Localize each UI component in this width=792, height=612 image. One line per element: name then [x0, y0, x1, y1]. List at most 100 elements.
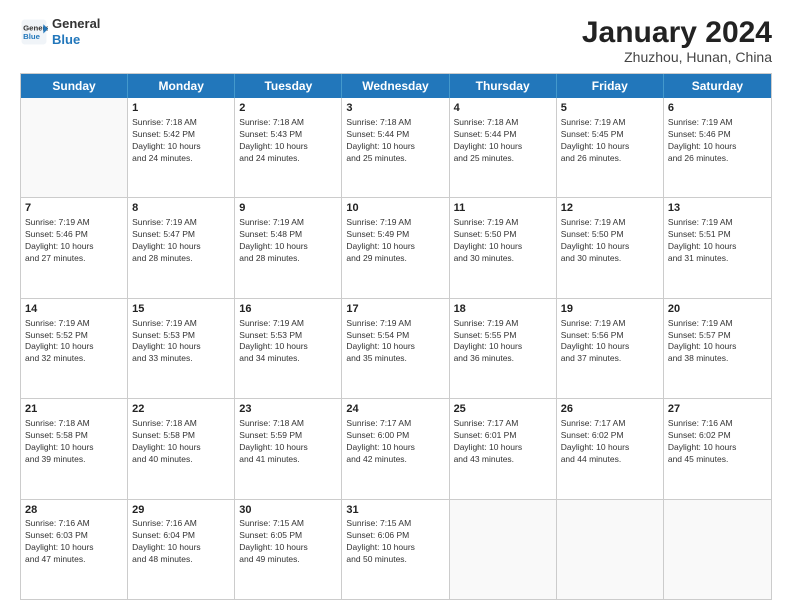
- cell-info: Sunrise: 7:19 AMSunset: 5:47 PMDaylight:…: [132, 217, 230, 265]
- cell-info: Sunrise: 7:19 AMSunset: 5:56 PMDaylight:…: [561, 318, 659, 366]
- cell-info: Sunrise: 7:19 AMSunset: 5:57 PMDaylight:…: [668, 318, 767, 366]
- calendar-header: SundayMondayTuesdayWednesdayThursdayFrid…: [21, 74, 771, 98]
- cell-info: Sunrise: 7:16 AMSunset: 6:03 PMDaylight:…: [25, 518, 123, 566]
- cell-info: Sunrise: 7:19 AMSunset: 5:51 PMDaylight:…: [668, 217, 767, 265]
- day-number: 16: [239, 302, 337, 317]
- header-day-saturday: Saturday: [664, 74, 771, 98]
- header-day-friday: Friday: [557, 74, 664, 98]
- cell-info: Sunrise: 7:16 AMSunset: 6:02 PMDaylight:…: [668, 418, 767, 466]
- cell-info: Sunrise: 7:19 AMSunset: 5:53 PMDaylight:…: [132, 318, 230, 366]
- day-cell-13: 13Sunrise: 7:19 AMSunset: 5:51 PMDayligh…: [664, 198, 771, 297]
- day-number: 13: [668, 201, 767, 216]
- cell-info: Sunrise: 7:18 AMSunset: 5:44 PMDaylight:…: [346, 117, 444, 165]
- cell-info: Sunrise: 7:15 AMSunset: 6:06 PMDaylight:…: [346, 518, 444, 566]
- day-number: 22: [132, 402, 230, 417]
- day-number: 5: [561, 101, 659, 116]
- logo-text-general: General: [52, 16, 100, 32]
- header-day-sunday: Sunday: [21, 74, 128, 98]
- calendar-row-1: 1Sunrise: 7:18 AMSunset: 5:42 PMDaylight…: [21, 98, 771, 198]
- cell-info: Sunrise: 7:19 AMSunset: 5:52 PMDaylight:…: [25, 318, 123, 366]
- calendar-row-4: 21Sunrise: 7:18 AMSunset: 5:58 PMDayligh…: [21, 399, 771, 499]
- day-cell-22: 22Sunrise: 7:18 AMSunset: 5:58 PMDayligh…: [128, 399, 235, 498]
- cell-info: Sunrise: 7:18 AMSunset: 5:59 PMDaylight:…: [239, 418, 337, 466]
- cell-info: Sunrise: 7:19 AMSunset: 5:48 PMDaylight:…: [239, 217, 337, 265]
- day-cell-23: 23Sunrise: 7:18 AMSunset: 5:59 PMDayligh…: [235, 399, 342, 498]
- title-block: January 2024 Zhuzhou, Hunan, China: [582, 16, 772, 65]
- day-cell-empty-4-6: [664, 500, 771, 599]
- day-number: 14: [25, 302, 123, 317]
- day-number: 29: [132, 503, 230, 518]
- day-cell-29: 29Sunrise: 7:16 AMSunset: 6:04 PMDayligh…: [128, 500, 235, 599]
- day-number: 7: [25, 201, 123, 216]
- calendar-body: 1Sunrise: 7:18 AMSunset: 5:42 PMDaylight…: [21, 98, 771, 599]
- logo-text-blue: Blue: [52, 32, 100, 48]
- day-cell-30: 30Sunrise: 7:15 AMSunset: 6:05 PMDayligh…: [235, 500, 342, 599]
- calendar-row-2: 7Sunrise: 7:19 AMSunset: 5:46 PMDaylight…: [21, 198, 771, 298]
- day-number: 3: [346, 101, 444, 116]
- day-number: 11: [454, 201, 552, 216]
- svg-text:Blue: Blue: [23, 32, 41, 41]
- header-day-thursday: Thursday: [450, 74, 557, 98]
- day-cell-9: 9Sunrise: 7:19 AMSunset: 5:48 PMDaylight…: [235, 198, 342, 297]
- day-number: 25: [454, 402, 552, 417]
- cell-info: Sunrise: 7:19 AMSunset: 5:49 PMDaylight:…: [346, 217, 444, 265]
- day-cell-18: 18Sunrise: 7:19 AMSunset: 5:55 PMDayligh…: [450, 299, 557, 398]
- day-number: 26: [561, 402, 659, 417]
- day-number: 2: [239, 101, 337, 116]
- cell-info: Sunrise: 7:18 AMSunset: 5:42 PMDaylight:…: [132, 117, 230, 165]
- cell-info: Sunrise: 7:16 AMSunset: 6:04 PMDaylight:…: [132, 518, 230, 566]
- day-cell-empty-0-0: [21, 98, 128, 197]
- day-cell-15: 15Sunrise: 7:19 AMSunset: 5:53 PMDayligh…: [128, 299, 235, 398]
- day-cell-1: 1Sunrise: 7:18 AMSunset: 5:42 PMDaylight…: [128, 98, 235, 197]
- day-number: 8: [132, 201, 230, 216]
- day-cell-11: 11Sunrise: 7:19 AMSunset: 5:50 PMDayligh…: [450, 198, 557, 297]
- main-title: January 2024: [582, 16, 772, 49]
- calendar-row-3: 14Sunrise: 7:19 AMSunset: 5:52 PMDayligh…: [21, 299, 771, 399]
- day-number: 10: [346, 201, 444, 216]
- day-cell-8: 8Sunrise: 7:19 AMSunset: 5:47 PMDaylight…: [128, 198, 235, 297]
- day-number: 4: [454, 101, 552, 116]
- day-number: 20: [668, 302, 767, 317]
- day-cell-17: 17Sunrise: 7:19 AMSunset: 5:54 PMDayligh…: [342, 299, 449, 398]
- cell-info: Sunrise: 7:17 AMSunset: 6:02 PMDaylight:…: [561, 418, 659, 466]
- day-cell-24: 24Sunrise: 7:17 AMSunset: 6:00 PMDayligh…: [342, 399, 449, 498]
- header-day-tuesday: Tuesday: [235, 74, 342, 98]
- day-number: 23: [239, 402, 337, 417]
- page: General Blue General Blue January 2024 Z…: [0, 0, 792, 612]
- day-number: 18: [454, 302, 552, 317]
- cell-info: Sunrise: 7:19 AMSunset: 5:46 PMDaylight:…: [25, 217, 123, 265]
- calendar-row-5: 28Sunrise: 7:16 AMSunset: 6:03 PMDayligh…: [21, 500, 771, 599]
- header-day-monday: Monday: [128, 74, 235, 98]
- day-number: 12: [561, 201, 659, 216]
- cell-info: Sunrise: 7:18 AMSunset: 5:43 PMDaylight:…: [239, 117, 337, 165]
- cell-info: Sunrise: 7:17 AMSunset: 6:00 PMDaylight:…: [346, 418, 444, 466]
- day-number: 28: [25, 503, 123, 518]
- day-cell-31: 31Sunrise: 7:15 AMSunset: 6:06 PMDayligh…: [342, 500, 449, 599]
- logo: General Blue General Blue: [20, 16, 100, 47]
- cell-info: Sunrise: 7:18 AMSunset: 5:58 PMDaylight:…: [25, 418, 123, 466]
- cell-info: Sunrise: 7:19 AMSunset: 5:53 PMDaylight:…: [239, 318, 337, 366]
- day-cell-19: 19Sunrise: 7:19 AMSunset: 5:56 PMDayligh…: [557, 299, 664, 398]
- day-number: 19: [561, 302, 659, 317]
- day-cell-6: 6Sunrise: 7:19 AMSunset: 5:46 PMDaylight…: [664, 98, 771, 197]
- day-number: 9: [239, 201, 337, 216]
- day-cell-12: 12Sunrise: 7:19 AMSunset: 5:50 PMDayligh…: [557, 198, 664, 297]
- cell-info: Sunrise: 7:19 AMSunset: 5:50 PMDaylight:…: [561, 217, 659, 265]
- day-number: 1: [132, 101, 230, 116]
- day-number: 17: [346, 302, 444, 317]
- sub-title: Zhuzhou, Hunan, China: [582, 49, 772, 65]
- header: General Blue General Blue January 2024 Z…: [20, 16, 772, 65]
- day-cell-empty-4-5: [557, 500, 664, 599]
- day-cell-21: 21Sunrise: 7:18 AMSunset: 5:58 PMDayligh…: [21, 399, 128, 498]
- header-day-wednesday: Wednesday: [342, 74, 449, 98]
- calendar: SundayMondayTuesdayWednesdayThursdayFrid…: [20, 73, 772, 600]
- cell-info: Sunrise: 7:19 AMSunset: 5:54 PMDaylight:…: [346, 318, 444, 366]
- day-cell-16: 16Sunrise: 7:19 AMSunset: 5:53 PMDayligh…: [235, 299, 342, 398]
- cell-info: Sunrise: 7:19 AMSunset: 5:55 PMDaylight:…: [454, 318, 552, 366]
- cell-info: Sunrise: 7:18 AMSunset: 5:44 PMDaylight:…: [454, 117, 552, 165]
- day-cell-14: 14Sunrise: 7:19 AMSunset: 5:52 PMDayligh…: [21, 299, 128, 398]
- day-cell-10: 10Sunrise: 7:19 AMSunset: 5:49 PMDayligh…: [342, 198, 449, 297]
- day-cell-20: 20Sunrise: 7:19 AMSunset: 5:57 PMDayligh…: [664, 299, 771, 398]
- logo-icon: General Blue: [20, 18, 48, 46]
- day-cell-25: 25Sunrise: 7:17 AMSunset: 6:01 PMDayligh…: [450, 399, 557, 498]
